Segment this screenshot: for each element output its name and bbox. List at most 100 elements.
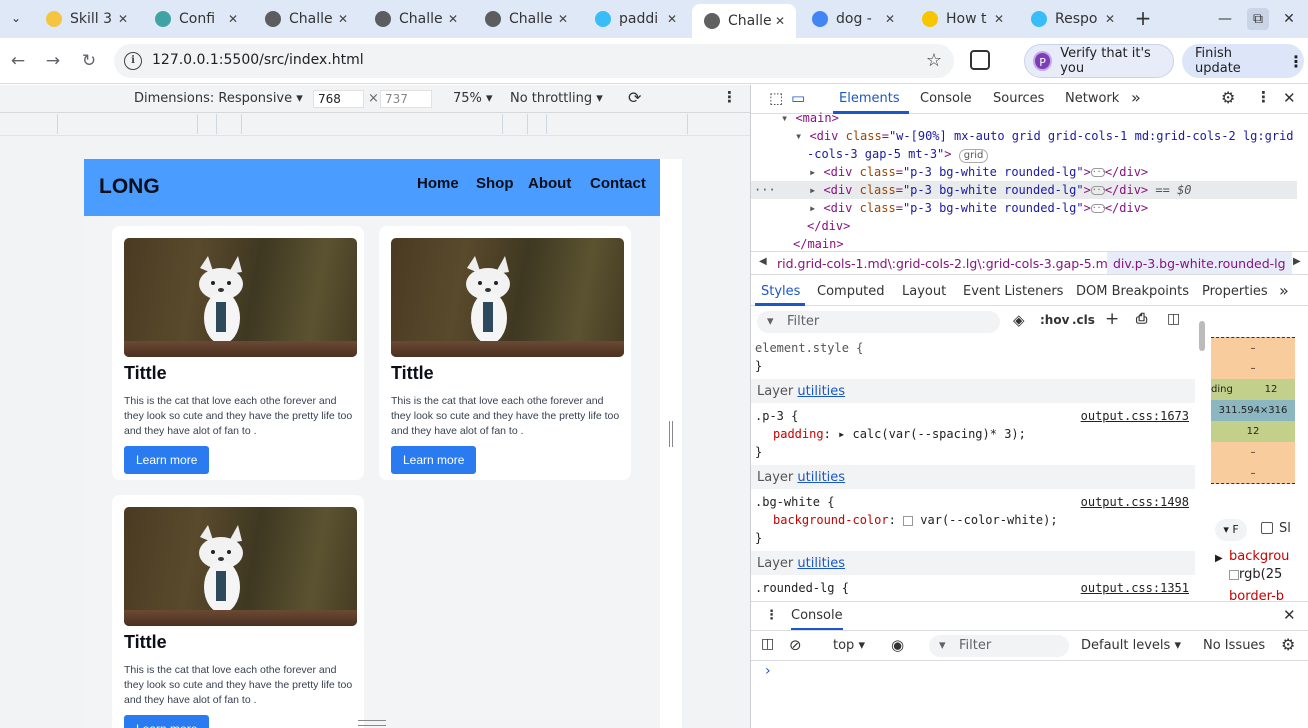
close-tab-icon[interactable]: ✕ — [772, 14, 788, 28]
layer-link[interactable]: utilities — [797, 470, 845, 485]
color-swatch[interactable] — [903, 515, 914, 526]
learn-more-button[interactable]: Learn more — [124, 715, 210, 728]
address-bar[interactable]: i 127.0.0.1:5500/src/index.html ☆ — [114, 44, 954, 78]
settings-gear-icon[interactable]: ⚙ — [1221, 88, 1235, 107]
browser-tab[interactable]: paddi ✕ — [583, 4, 688, 34]
close-tab-icon[interactable]: ✕ — [882, 12, 898, 26]
rule-declaration[interactable]: padding: ▸ calc(var(--spacing)* 3); — [773, 427, 1026, 441]
site-logo[interactable]: LONG — [99, 175, 160, 199]
dom-node-card[interactable]: ▸ <div class="p-3 bg-white rounded-lg">·… — [809, 199, 1148, 217]
dimensions-dropdown[interactable]: Dimensions: Responsive ▾ — [134, 91, 303, 106]
ruler-mark[interactable] — [197, 114, 198, 134]
ruler-mark[interactable] — [687, 114, 688, 134]
forward-arrow-icon[interactable]: → — [41, 49, 65, 73]
close-devtools-icon[interactable]: ✕ — [1283, 89, 1296, 107]
tab-event-listeners[interactable]: Event Listeners — [963, 284, 1063, 299]
computed-filter[interactable]: ▾ F — [1215, 519, 1247, 541]
nav-link-home[interactable]: Home — [417, 175, 459, 192]
grid-badge[interactable]: grid — [958, 149, 989, 163]
browser-tab[interactable]: Challe ✕ — [363, 4, 469, 34]
source-link[interactable]: output.css:1498 — [1081, 495, 1189, 509]
source-link[interactable]: output.css:1351 — [1081, 581, 1189, 595]
tab-styles[interactable]: Styles — [761, 284, 800, 299]
close-drawer-icon[interactable]: ✕ — [1283, 606, 1296, 624]
ruler-mark[interactable] — [241, 114, 242, 134]
close-tab-icon[interactable]: ✕ — [115, 12, 131, 26]
rule-selector[interactable]: .rounded-lg { — [755, 581, 849, 595]
tab-sources[interactable]: Sources — [993, 91, 1044, 106]
computed-property-value[interactable]: rgb(25 — [1229, 567, 1282, 582]
hov-toggle[interactable]: :hov — [1040, 313, 1069, 327]
google-lens-icon[interactable] — [970, 50, 990, 70]
paint-brush-icon[interactable]: ⎙ — [1136, 311, 1147, 327]
back-arrow-icon[interactable]: ← — [6, 49, 30, 73]
show-all-checkbox[interactable] — [1261, 522, 1273, 534]
collapsed-ellipsis-icon[interactable]: ··· — [1090, 186, 1106, 195]
scroll-left-icon[interactable]: ◀ — [759, 256, 767, 267]
border-top[interactable]: – — [1211, 358, 1295, 379]
layers-icon[interactable]: ◈ — [1013, 311, 1025, 329]
throttling-dropdown[interactable]: No throttling ▾ — [510, 91, 603, 106]
rules-scrollbar[interactable] — [1195, 313, 1209, 601]
nav-link-contact[interactable]: Contact — [590, 175, 646, 192]
height-input[interactable]: 737 — [380, 90, 432, 108]
tab-console[interactable]: Console — [920, 91, 972, 106]
ruler-mark[interactable] — [502, 114, 503, 134]
clear-console-icon[interactable]: ⊘ — [789, 636, 802, 654]
bottom-resize-grip[interactable] — [358, 720, 386, 726]
rule-selector[interactable]: element.style { — [755, 341, 863, 355]
nav-link-about[interactable]: About — [528, 175, 571, 192]
margin-bottom[interactable]: – — [1211, 463, 1295, 484]
tab-elements[interactable]: Elements — [839, 91, 900, 106]
layer-link[interactable]: utilities — [797, 556, 845, 571]
close-tab-icon[interactable]: ✕ — [1102, 12, 1118, 26]
scroll-right-icon[interactable]: ▶ — [1293, 256, 1301, 267]
tab-search-chevron-icon[interactable]: ⌄ — [4, 6, 28, 30]
browser-tab[interactable]: Challe ✕ — [692, 4, 796, 38]
sidebar-toggle-icon[interactable]: ◫ — [1167, 311, 1180, 327]
bookmark-star-icon[interactable]: ☆ — [926, 50, 942, 71]
ruler-mark[interactable] — [57, 114, 58, 134]
scrollbar-thumb[interactable] — [1199, 321, 1205, 351]
dom-node-main[interactable]: ▾ <main> — [781, 109, 839, 127]
close-tab-icon[interactable]: ✕ — [225, 12, 241, 26]
cls-toggle[interactable]: .cls — [1072, 313, 1095, 327]
nav-link-shop[interactable]: Shop — [476, 175, 514, 192]
browser-tab[interactable]: Skill 3 ✕ — [34, 4, 139, 34]
close-tab-icon[interactable]: ✕ — [555, 12, 571, 26]
restore-icon[interactable]: ⧉ — [1247, 8, 1269, 30]
ruler-mark[interactable] — [216, 114, 217, 134]
finish-update-button[interactable]: Finish update ⋮ — [1182, 44, 1304, 78]
breadcrumb-item-active[interactable]: div.p-3.bg-white.rounded-lg — [1107, 252, 1292, 274]
console-filter-input[interactable]: ▾ Filter — [929, 635, 1069, 657]
close-tab-icon[interactable]: ✕ — [445, 12, 461, 26]
more-options-icon[interactable]: ⋮ — [722, 88, 737, 106]
browser-tab[interactable]: Respo ✕ — [1019, 4, 1126, 34]
new-rule-plus-icon[interactable]: + — [1105, 309, 1119, 329]
styles-filter-input[interactable]: ▾ Filter — [757, 311, 1000, 333]
minimize-icon[interactable]: — — [1214, 8, 1236, 30]
computed-property-name[interactable]: backgrou — [1229, 549, 1289, 564]
dom-node-div-close[interactable]: </div> — [807, 217, 850, 235]
width-input[interactable]: 768 — [313, 90, 364, 108]
drawer-menu-icon[interactable]: ⋮ — [765, 608, 778, 623]
rotate-icon[interactable]: ⟳ — [628, 88, 641, 107]
dom-node-card[interactable]: ▸ <div class="p-3 bg-white rounded-lg">·… — [809, 163, 1148, 181]
breadcrumb-item[interactable]: rid.grid-cols-1.md\:grid-cols-2.lg\:grid… — [777, 256, 1125, 271]
dom-node-card-selected[interactable]: ··· ▸ <div class="p-3 bg-white rounded-lg… — [751, 181, 1297, 199]
console-settings-gear-icon[interactable]: ⚙ — [1281, 635, 1295, 654]
content-size[interactable]: 311.594×316 — [1211, 400, 1295, 421]
zoom-dropdown[interactable]: 75% ▾ — [453, 91, 493, 106]
dom-node-grid[interactable]: ▾ <div class="w-[90%] mx-auto grid grid-… — [795, 127, 1294, 145]
tab-computed[interactable]: Computed — [817, 284, 885, 299]
collapsed-ellipsis-icon[interactable]: ··· — [1090, 168, 1106, 177]
browser-tab[interactable]: Challe ✕ — [253, 4, 359, 34]
tab-layout[interactable]: Layout — [902, 284, 946, 299]
issues-counter[interactable]: No Issues — [1203, 638, 1265, 653]
tab-properties[interactable]: Properties — [1202, 284, 1268, 299]
new-tab-plus-icon[interactable]: + — [1132, 7, 1154, 29]
reload-icon[interactable]: ↻ — [77, 49, 101, 73]
close-tab-icon[interactable]: ✕ — [335, 12, 351, 26]
rule-declaration[interactable]: background-color: var(--color-white); — [773, 513, 1058, 527]
browser-tab[interactable]: dog - ✕ — [800, 4, 906, 34]
